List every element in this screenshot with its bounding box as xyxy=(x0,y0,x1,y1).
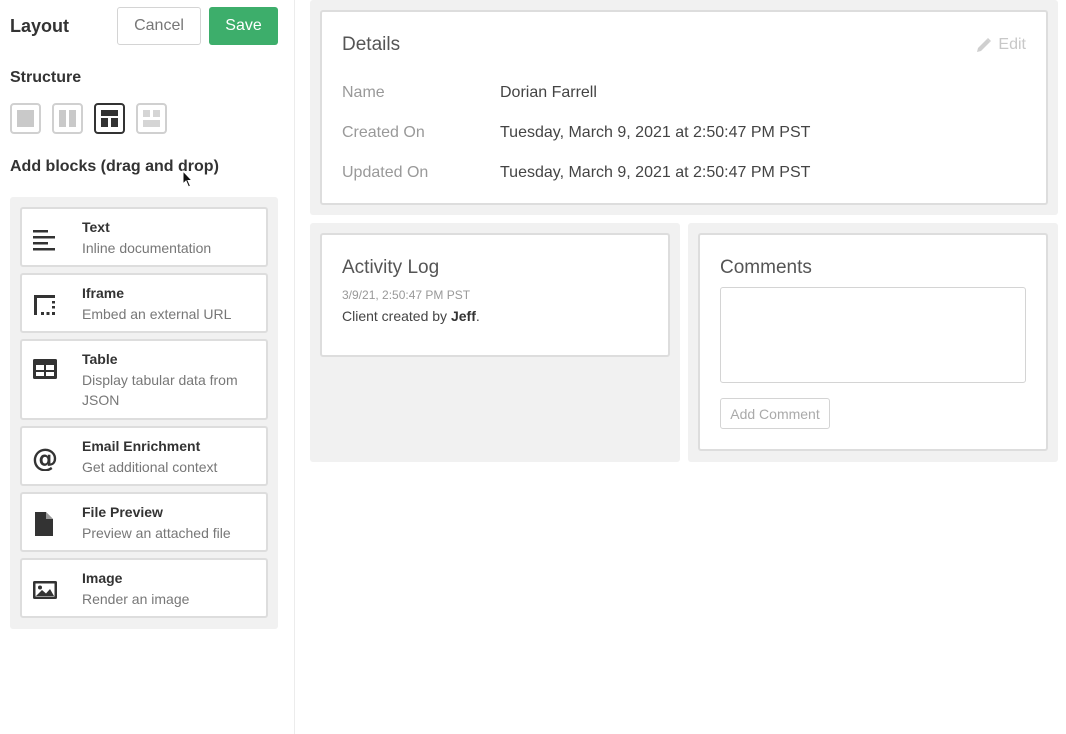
iframe-icon xyxy=(34,295,55,315)
block-description: Get additional context xyxy=(82,459,218,475)
field-value-updated-on: Tuesday, March 9, 2021 at 2:50:47 PM PST xyxy=(500,164,811,181)
log-entry-actor: Jeff xyxy=(450,308,476,324)
comments-card: Comments Add Comment xyxy=(698,233,1048,451)
comments-title: Comments xyxy=(720,257,812,278)
field-value-name: Dorian Farrell xyxy=(500,84,597,101)
details-card: Details Edit Name Dorian Farrell Created… xyxy=(320,10,1048,205)
block-title: File Preview xyxy=(82,504,163,520)
block-description: Preview an attached file xyxy=(82,525,231,541)
log-entry-text: Client created by Jeff. xyxy=(342,308,480,324)
edit-button[interactable]: Edit xyxy=(976,36,1026,54)
field-value-created-on: Tuesday, March 9, 2021 at 2:50:47 PM PST xyxy=(500,124,811,141)
details-title: Details xyxy=(342,34,401,55)
block-table[interactable]: Table Display tabular data from JSON xyxy=(20,339,268,420)
block-title: Text xyxy=(82,219,110,235)
block-title: Image xyxy=(82,570,123,586)
block-description: Embed an external URL xyxy=(82,306,232,322)
at-sign-icon: @ xyxy=(32,445,58,471)
comments-section: Comments Add Comment xyxy=(688,223,1058,462)
single-column-icon xyxy=(17,110,34,127)
block-file-preview[interactable]: File Preview Preview an attached file xyxy=(20,492,268,552)
structure-single-column-button[interactable] xyxy=(10,103,41,134)
structure-grid-button[interactable] xyxy=(136,103,167,134)
block-title: Iframe xyxy=(82,285,125,301)
block-description: Render an image xyxy=(82,591,190,607)
pencil-icon xyxy=(977,38,992,52)
cancel-button[interactable]: Cancel xyxy=(117,7,201,45)
details-section: Details Edit Name Dorian Farrell Created… xyxy=(310,0,1058,215)
activity-log-section: Activity Log 3/9/21, 2:50:47 PM PST Clie… xyxy=(310,223,680,462)
text-lines-icon xyxy=(33,230,55,251)
block-title: Email Enrichment xyxy=(82,438,201,454)
sidebar-title: Layout xyxy=(10,16,70,36)
add-comment-button[interactable]: Add Comment xyxy=(720,398,830,429)
header-two-columns-icon xyxy=(101,110,118,116)
file-icon xyxy=(35,512,53,536)
blocks-panel: Text Inline documentation Iframe Embed a… xyxy=(10,197,278,629)
log-entry-timestamp: 3/9/21, 2:50:47 PM PST xyxy=(342,288,471,302)
block-email-enrichment[interactable]: @ Email Enrichment Get additional contex… xyxy=(20,426,268,486)
activity-log-title: Activity Log xyxy=(342,257,440,278)
grid-layout-icon xyxy=(143,110,150,117)
structure-two-columns-button[interactable] xyxy=(52,103,83,134)
block-iframe[interactable]: Iframe Embed an external URL xyxy=(20,273,268,333)
field-label-updated-on: Updated On xyxy=(342,164,429,181)
mouse-cursor-icon xyxy=(182,170,194,188)
block-image[interactable]: Image Render an image xyxy=(20,558,268,618)
layout-sidebar: Layout Cancel Save Structure Add blocks … xyxy=(0,0,295,734)
block-title: Table xyxy=(82,351,118,367)
block-description: Display tabular data from JSON xyxy=(82,372,238,408)
two-columns-icon xyxy=(59,110,66,127)
field-label-name: Name xyxy=(342,84,385,101)
block-description: Inline documentation xyxy=(82,240,212,256)
svg-text:@: @ xyxy=(32,445,58,471)
table-icon xyxy=(33,359,57,379)
structure-header-two-columns-button[interactable] xyxy=(94,103,125,134)
log-entry-suffix: . xyxy=(475,308,480,324)
activity-log-card: Activity Log 3/9/21, 2:50:47 PM PST Clie… xyxy=(320,233,670,357)
field-label-created-on: Created On xyxy=(342,124,425,141)
block-text[interactable]: Text Inline documentation xyxy=(20,207,268,267)
structure-label: Structure xyxy=(10,69,82,86)
save-button[interactable]: Save xyxy=(209,7,278,45)
image-icon xyxy=(33,581,57,599)
comment-input[interactable] xyxy=(720,287,1026,383)
edit-label: Edit xyxy=(998,36,1026,53)
log-entry-prefix: Client created by xyxy=(342,308,451,324)
